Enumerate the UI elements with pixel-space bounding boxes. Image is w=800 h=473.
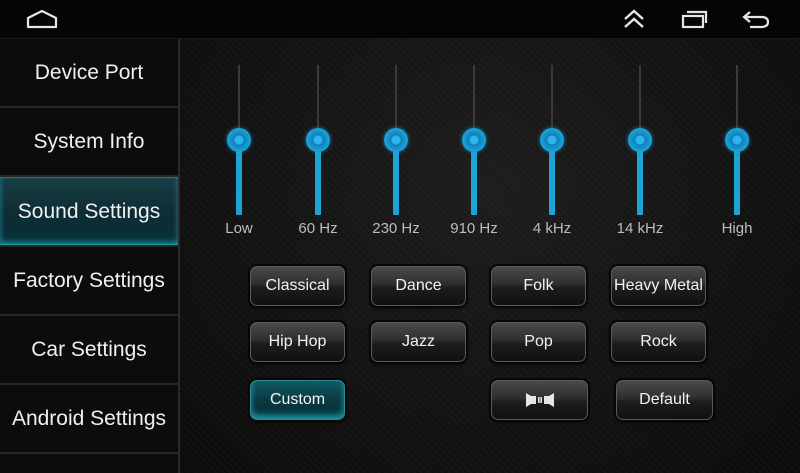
band-label-4khz: 4 kHz xyxy=(532,220,572,237)
slider-knob[interactable] xyxy=(462,128,486,152)
band-label-14khz: 14 kHz xyxy=(616,220,664,237)
eq-slider-low[interactable] xyxy=(227,65,251,215)
slider-knob[interactable] xyxy=(725,128,749,152)
band-label-230hz: 230 Hz xyxy=(372,220,420,237)
balance-button[interactable] xyxy=(491,380,588,420)
navigation-bar xyxy=(0,0,800,39)
slider-knob[interactable] xyxy=(384,128,408,152)
eq-slider-910hz[interactable] xyxy=(462,65,486,215)
sidebar-item-android-settings[interactable]: Android Settings xyxy=(0,385,178,454)
sidebar-item-label: Factory Settings xyxy=(13,268,165,292)
sidebar-item-label: Android Settings xyxy=(11,406,167,430)
slider-knob[interactable] xyxy=(306,128,330,152)
eq-slider-high[interactable] xyxy=(725,65,749,215)
sidebar-item-label: Device Port xyxy=(34,60,144,84)
preset-heavy-metal-button[interactable]: Heavy Metal xyxy=(611,266,706,306)
slider-knob[interactable] xyxy=(540,128,564,152)
sidebar-item-sound-settings[interactable]: Sound Settings xyxy=(0,177,178,247)
preset-pop-button[interactable]: Pop xyxy=(491,322,586,362)
preset-dance-button[interactable]: Dance xyxy=(371,266,466,306)
speaker-balance-icon xyxy=(522,392,558,408)
back-arrow-icon[interactable] xyxy=(736,4,776,34)
sidebar-item-system-info[interactable]: System Info xyxy=(0,108,178,177)
sidebar-item-car-settings[interactable]: Car Settings xyxy=(0,316,178,385)
preset-jazz-button[interactable]: Jazz xyxy=(371,322,466,362)
band-label-910hz: 910 Hz xyxy=(450,220,498,237)
preset-folk-button[interactable]: Folk xyxy=(491,266,586,306)
recent-apps-icon[interactable] xyxy=(674,4,714,34)
double-chevron-up-icon[interactable] xyxy=(614,4,654,34)
sidebar-item-label: Car Settings xyxy=(31,337,147,361)
home-icon[interactable] xyxy=(22,4,62,34)
band-label-low: Low xyxy=(225,220,253,237)
sidebar-item-factory-settings[interactable]: Factory Settings xyxy=(0,247,178,316)
preset-rock-button[interactable]: Rock xyxy=(611,322,706,362)
band-label-high: High xyxy=(721,220,753,237)
slider-knob[interactable] xyxy=(628,128,652,152)
sound-settings-panel: Low 60 Hz 230 Hz 910 Hz 4 kHz 14 kHz Hig… xyxy=(180,39,800,473)
band-label-60hz: 60 Hz xyxy=(298,220,338,237)
eq-slider-14khz[interactable] xyxy=(628,65,652,215)
preset-hip-hop-button[interactable]: Hip Hop xyxy=(250,322,345,362)
settings-sidebar: Device Port System Info Sound Settings F… xyxy=(0,39,180,473)
eq-slider-4khz[interactable] xyxy=(540,65,564,215)
default-button[interactable]: Default xyxy=(616,380,713,420)
eq-slider-230hz[interactable] xyxy=(384,65,408,215)
eq-slider-60hz[interactable] xyxy=(306,65,330,215)
preset-classical-button[interactable]: Classical xyxy=(250,266,345,306)
preset-custom-button[interactable]: Custom xyxy=(250,380,345,420)
sidebar-item-label: Sound Settings xyxy=(17,199,161,223)
sidebar-item-label: System Info xyxy=(33,129,145,153)
slider-knob[interactable] xyxy=(227,128,251,152)
sidebar-item-device-port[interactable]: Device Port xyxy=(0,39,178,108)
